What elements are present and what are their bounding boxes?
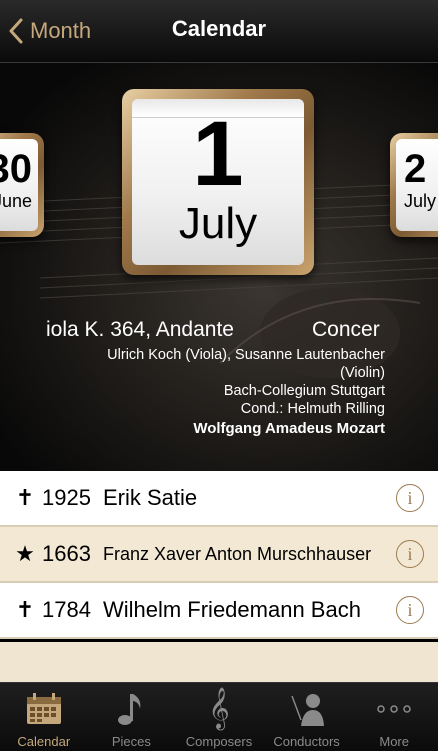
treble-clef-icon: 𝄞	[208, 688, 230, 729]
anniversary-year: 1784	[42, 597, 91, 622]
tab-composers[interactable]: 𝄞 Composers	[175, 683, 263, 751]
composer-name: Wilhelm Friedemann Bach	[102, 597, 361, 622]
list-item[interactable]: ★ 1663 Franz Xaver Anton Murschhauser i	[0, 527, 438, 583]
featured-piece-panel: 30 June 1 July 2 July iola K. 364, Andan…	[0, 63, 438, 471]
piece-title: iola K. 364, Andante	[46, 318, 234, 341]
previous-date-month: June	[0, 191, 32, 211]
info-icon[interactable]: i	[396, 484, 424, 512]
next-piece-title: Concer	[312, 318, 380, 341]
list-empty-area	[0, 642, 438, 682]
current-date-card[interactable]: 1 July	[122, 89, 314, 275]
composer-name: Franz Xaver Anton Murschhauser	[102, 543, 372, 564]
ensemble: Bach-Collegium Stuttgart	[223, 383, 385, 399]
tab-bar: Calendar Pieces 𝄞 Composers Conductors M…	[0, 682, 438, 751]
tab-label: Conductors	[273, 734, 340, 749]
tab-label: More	[379, 734, 409, 749]
current-date-month: July	[178, 199, 258, 248]
anniversary-year: 1663	[42, 541, 91, 566]
tab-pieces[interactable]: Pieces	[88, 683, 176, 751]
current-date-day: 1	[192, 103, 244, 205]
more-icon	[377, 705, 411, 713]
list-item[interactable]: ✝ 1784 Wilhelm Friedemann Bach i	[0, 583, 438, 639]
death-cross-icon: ✝	[15, 485, 35, 510]
navigation-bar: Month Calendar	[0, 0, 438, 63]
death-cross-icon: ✝	[15, 597, 35, 622]
conductor-icon	[290, 694, 324, 726]
performers-line-1: Ulrich Koch (Viola), Susanne Lautenbache…	[107, 347, 385, 363]
previous-date-day: 30	[0, 147, 32, 191]
piece-title-ticker[interactable]: iola K. 364, Andante Concer	[0, 318, 438, 346]
conductor: Cond.: Helmuth Rilling	[240, 401, 385, 417]
piece-details: Ulrich Koch (Viola), Susanne Lautenbache…	[55, 346, 385, 438]
performers-line-2: (Violin)	[340, 365, 385, 381]
composer-name: Erik Satie	[102, 485, 198, 510]
tab-more[interactable]: More	[350, 683, 438, 751]
info-icon[interactable]: i	[396, 540, 424, 568]
tab-label: Pieces	[111, 734, 151, 749]
info-icon[interactable]: i	[396, 596, 424, 624]
previous-date-card[interactable]: 30 June	[0, 133, 44, 237]
tab-label: Calendar	[17, 734, 71, 749]
calendar-icon	[26, 693, 61, 724]
composer: Wolfgang Amadeus Mozart	[193, 420, 385, 437]
tab-conductors[interactable]: Conductors	[263, 683, 351, 751]
next-date-day: 2	[404, 147, 427, 191]
list-item[interactable]: ✝ 1925 Erik Satie i	[0, 471, 438, 527]
page-title: Calendar	[171, 16, 267, 41]
next-date-month: July	[404, 191, 437, 211]
tab-calendar[interactable]: Calendar	[0, 683, 88, 751]
anniversary-list: ✝ 1925 Erik Satie i ★ 1663 Franz Xaver A…	[0, 471, 438, 639]
anniversary-year: 1925	[42, 485, 91, 510]
tab-label: Composers	[185, 734, 253, 749]
birth-star-icon: ★	[15, 541, 35, 566]
music-note-icon	[118, 694, 141, 725]
next-date-card[interactable]: 2 July	[390, 133, 438, 237]
